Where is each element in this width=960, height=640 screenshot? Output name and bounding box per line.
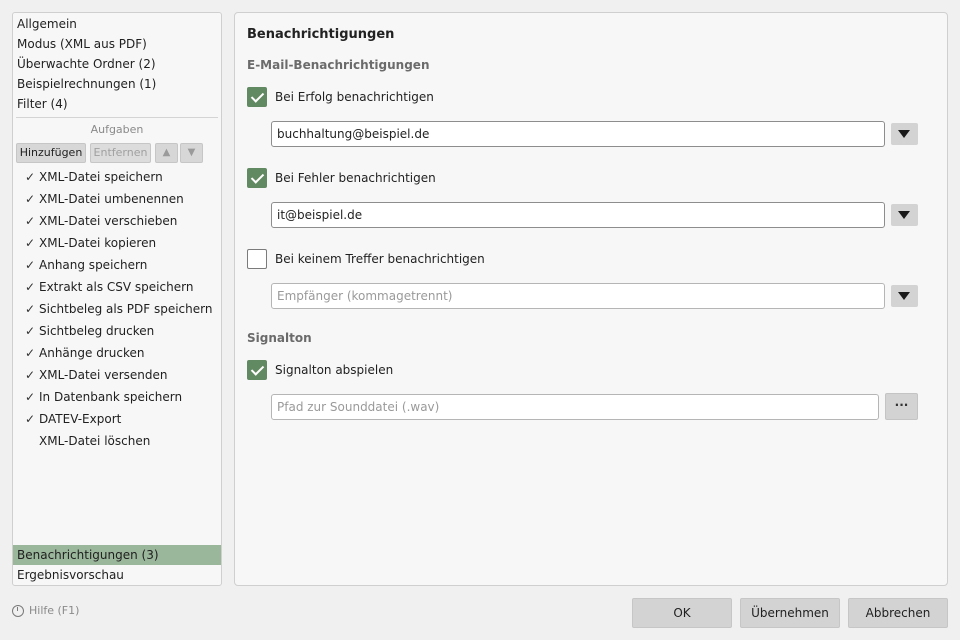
task-label: Extrakt als CSV speichern — [39, 280, 194, 294]
task-label: Sichtbeleg als PDF speichern — [39, 302, 213, 316]
task-item[interactable]: ✓ Sichtbeleg als PDF speichern — [25, 299, 215, 319]
notify-error-label: Bei Fehler benachrichtigen — [275, 171, 436, 185]
arrow-down-icon: ▼ — [187, 147, 196, 158]
task-label: XML-Datei umbenennen — [39, 192, 184, 206]
notify-no-match-row[interactable]: Bei keinem Treffer benachrichtigen — [247, 248, 485, 270]
nav-item-filter[interactable]: Filter (4) — [13, 94, 221, 114]
check-icon: ✓ — [25, 346, 36, 360]
apply-button[interactable]: Übernehmen — [740, 598, 840, 628]
task-label: XML-Datei verschieben — [39, 214, 178, 228]
task-item[interactable]: ✓ In Datenbank speichern — [25, 387, 215, 407]
arrow-up-icon: ▲ — [162, 147, 171, 158]
notify-success-checkbox[interactable] — [247, 87, 267, 107]
error-recipients-field[interactable] — [271, 202, 885, 228]
task-label: XML-Datei versenden — [39, 368, 168, 382]
play-sound-checkbox[interactable] — [247, 360, 267, 380]
task-item[interactable]: XML-Datei löschen — [25, 431, 215, 451]
sound-file-path-field[interactable] — [271, 394, 879, 420]
notify-success-row[interactable]: Bei Erfolg benachrichtigen — [247, 86, 434, 108]
settings-nav-panel: Allgemein Modus (XML aus PDF) Überwachte… — [12, 12, 222, 586]
no-match-recipients-field[interactable] — [271, 283, 885, 309]
check-icon: ✓ — [25, 390, 36, 404]
success-recipients-dropdown-button[interactable] — [891, 123, 918, 145]
check-icon: ✓ — [25, 170, 36, 184]
task-item[interactable]: ✓ XML-Datei speichern — [25, 167, 215, 187]
nav-item-watched-folders[interactable]: Überwachte Ordner (2) — [13, 54, 221, 74]
check-icon: ✓ — [25, 324, 36, 338]
check-icon: ✓ — [25, 258, 36, 272]
notify-no-match-label: Bei keinem Treffer benachrichtigen — [275, 252, 485, 266]
move-up-button[interactable]: ▲ — [155, 143, 178, 163]
nav-item-allgemein[interactable]: Allgemein — [13, 14, 221, 34]
play-sound-row[interactable]: Signalton abspielen — [247, 359, 393, 381]
nav-separator — [16, 117, 218, 118]
ellipsis-icon: ··· — [894, 398, 909, 412]
tasks-caption: Aufgaben — [90, 123, 144, 136]
task-label: DATEV-Export — [39, 412, 122, 426]
check-icon: ✓ — [25, 368, 36, 382]
ok-button[interactable]: OK — [632, 598, 732, 628]
nav-item-notifications[interactable]: Benachrichtigungen (3) — [13, 545, 221, 565]
task-item[interactable]: ✓ Anhänge drucken — [25, 343, 215, 363]
chevron-down-icon — [898, 130, 910, 138]
check-icon: ✓ — [25, 302, 36, 316]
browse-sound-file-button[interactable]: ··· — [885, 393, 918, 420]
task-item[interactable]: ✓ XML-Datei kopieren — [25, 233, 215, 253]
help-link[interactable]: Hilfe (F1) — [12, 604, 79, 617]
nav-item-result-preview[interactable]: Ergebnisvorschau — [13, 565, 221, 585]
nav-item-sample-invoices[interactable]: Beispielrechnungen (1) — [13, 74, 221, 94]
chevron-down-icon — [898, 292, 910, 300]
cancel-button[interactable]: Abbrechen — [848, 598, 948, 628]
sound-section-heading: Signalton — [247, 331, 312, 345]
task-item[interactable]: ✓ Sichtbeleg drucken — [25, 321, 215, 341]
info-icon — [12, 604, 24, 617]
move-down-button[interactable]: ▼ — [180, 143, 203, 163]
play-sound-label: Signalton abspielen — [275, 363, 394, 377]
email-section-heading: E-Mail-Benachrichtigungen — [247, 58, 430, 72]
notify-error-row[interactable]: Bei Fehler benachrichtigen — [247, 167, 436, 189]
task-label: XML-Datei löschen — [39, 434, 151, 448]
notify-no-match-checkbox[interactable] — [247, 249, 267, 269]
nav-item-modus[interactable]: Modus (XML aus PDF) — [13, 34, 221, 54]
chevron-down-icon — [898, 211, 910, 219]
task-item[interactable]: ✓ XML-Datei verschieben — [25, 211, 215, 231]
check-icon: ✓ — [25, 192, 36, 206]
add-task-button[interactable]: Hinzufügen — [16, 143, 86, 163]
task-item[interactable]: ✓ XML-Datei umbenennen — [25, 189, 215, 209]
check-icon: ✓ — [25, 214, 36, 228]
check-icon: ✓ — [25, 412, 36, 426]
task-item[interactable]: ✓ DATEV-Export — [25, 409, 215, 429]
check-icon: ✓ — [25, 236, 36, 250]
check-icon: ✓ — [25, 280, 36, 294]
page-title: Benachrichtigungen — [247, 27, 395, 42]
task-label: XML-Datei kopieren — [39, 236, 157, 250]
error-recipients-dropdown-button[interactable] — [891, 204, 918, 226]
task-item[interactable]: ✓ Anhang speichern — [25, 255, 215, 275]
no-match-recipients-dropdown-button[interactable] — [891, 285, 918, 307]
task-label: XML-Datei speichern — [39, 170, 163, 184]
notify-error-checkbox[interactable] — [247, 168, 267, 188]
task-label: Anhänge drucken — [39, 346, 145, 360]
task-label: Sichtbeleg drucken — [39, 324, 155, 338]
remove-task-button[interactable]: Entfernen — [90, 143, 151, 163]
notifications-panel: Benachrichtigungen E-Mail-Benachrichtigu… — [234, 12, 948, 586]
help-label: Hilfe (F1) — [29, 604, 80, 617]
task-item[interactable]: ✓ XML-Datei versenden — [25, 365, 215, 385]
task-item[interactable]: ✓ Extrakt als CSV speichern — [25, 277, 215, 297]
task-label: In Datenbank speichern — [39, 390, 183, 404]
notify-success-label: Bei Erfolg benachrichtigen — [275, 90, 434, 104]
success-recipients-field[interactable] — [271, 121, 885, 147]
task-label: Anhang speichern — [39, 258, 148, 272]
